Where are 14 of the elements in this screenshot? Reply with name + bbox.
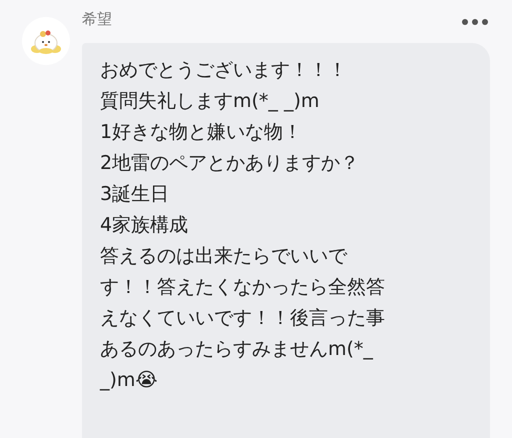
message-line: あるのあったらすみませんm(*_ xyxy=(100,337,373,362)
message-line: 1好きな物と嫌いな物！ xyxy=(100,120,302,145)
message-line: えなくていいです！！後言った事 xyxy=(100,306,385,331)
message-line: 3誕生日 xyxy=(100,182,170,207)
message-line: 答えるのは出来たらでいいで xyxy=(100,244,347,269)
chick-icon xyxy=(29,28,63,54)
message-line: 質問失礼しますm(*_ _)m xyxy=(100,89,320,114)
message-line: おめでとうございます！！！ xyxy=(100,58,347,83)
more-icon[interactable] xyxy=(462,18,488,24)
message-line: す！！答えたくなかったら全然答 xyxy=(100,275,385,300)
message-line: 2地雷のペアとかありますか？ xyxy=(100,151,360,176)
author-name: 希望 xyxy=(82,10,112,29)
message-line: 4家族構成 xyxy=(100,213,188,238)
message-line: _)m😭 xyxy=(100,368,158,393)
